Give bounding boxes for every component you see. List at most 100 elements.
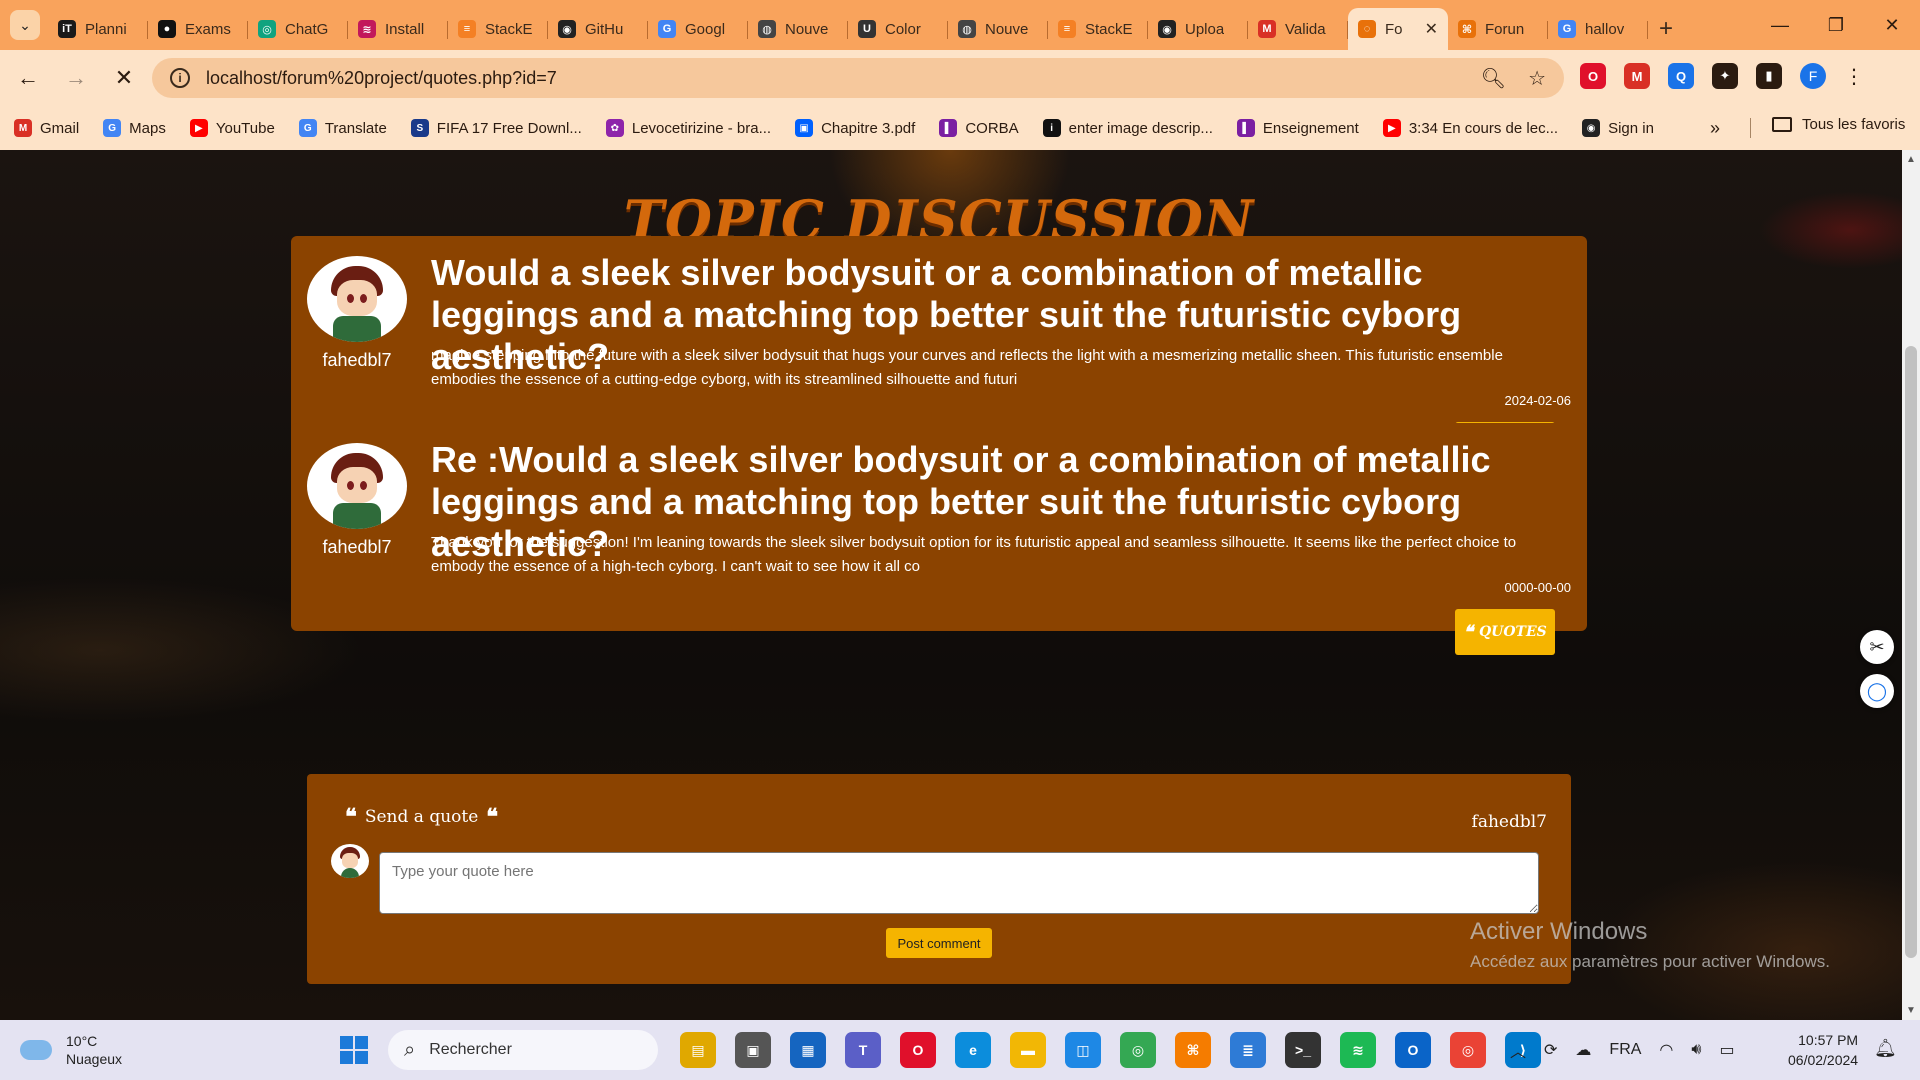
sync-icon[interactable]: ⟳ bbox=[1544, 1040, 1557, 1060]
store-app[interactable]: ▦ bbox=[790, 1032, 826, 1068]
watermark-subtitle: Accédez aux paramètres pour activer Wind… bbox=[1470, 952, 1830, 971]
avatar[interactable] bbox=[307, 256, 407, 342]
tab-active[interactable]: ◌ Fo ✕ bbox=[1348, 8, 1448, 50]
close-window-button[interactable]: ✕ bbox=[1864, 0, 1920, 50]
bookmark-item[interactable]: ▶ 3:34 En cours de lec... bbox=[1382, 119, 1559, 137]
tab-label: Fo bbox=[1385, 20, 1403, 38]
quote-input[interactable] bbox=[379, 852, 1539, 914]
remote-app[interactable]: ◫ bbox=[1065, 1032, 1101, 1068]
tab[interactable]: ≡ StackE bbox=[448, 12, 548, 46]
close-tab-icon[interactable]: ✕ bbox=[1425, 19, 1438, 39]
bookmark-item[interactable]: ▌ CORBA bbox=[939, 119, 1019, 137]
notepad-app[interactable]: ≣ bbox=[1230, 1032, 1266, 1068]
post-comment-button[interactable]: Post comment bbox=[886, 928, 992, 958]
tab[interactable]: M Valida bbox=[1248, 12, 1348, 46]
bookmark-label: 3:34 En cours de lec... bbox=[1408, 119, 1559, 137]
all-bookmarks-button[interactable]: Tous les favoris bbox=[1772, 116, 1905, 133]
terminal-app[interactable]: >_ bbox=[1285, 1032, 1321, 1068]
scroll-up-icon[interactable]: ▲ bbox=[1906, 154, 1916, 165]
tab[interactable]: iT Planni bbox=[48, 12, 148, 46]
chevron-double-right-icon[interactable]: » bbox=[1710, 118, 1720, 139]
tab[interactable]: ● Exams bbox=[148, 12, 248, 46]
tab[interactable]: ◉ GitHu bbox=[548, 12, 648, 46]
side-panel-icon[interactable]: ▮ bbox=[1756, 63, 1782, 89]
bookmark-item[interactable]: ✿ Levocetirizine - bra... bbox=[605, 119, 771, 137]
speaker-icon[interactable]: 🔊︎ bbox=[1691, 1041, 1701, 1059]
tab-label: Googl bbox=[685, 20, 726, 38]
file-explorer-app[interactable]: ▤ bbox=[680, 1032, 716, 1068]
tab[interactable]: ≋ Install bbox=[348, 12, 448, 46]
bookmark-item[interactable]: S FIFA 17 Free Downl... bbox=[410, 119, 582, 137]
wifi-icon[interactable]: ◠ bbox=[1659, 1040, 1673, 1060]
bookmark-item[interactable]: ▣ Chapitre 3.pdf bbox=[795, 119, 915, 137]
composer-username: fahedbl7 bbox=[1471, 812, 1547, 832]
page-scrollbar[interactable]: ▲ ▼ bbox=[1902, 150, 1920, 1020]
back-button[interactable]: ← bbox=[8, 58, 48, 98]
tab[interactable]: ⌘ Forun bbox=[1448, 12, 1548, 46]
puzzle-icon[interactable]: ✦ bbox=[1712, 63, 1738, 89]
tab[interactable]: G Googl bbox=[648, 12, 748, 46]
opera-app[interactable]: O bbox=[900, 1032, 936, 1068]
cloud-tray-icon[interactable]: ☁ bbox=[1575, 1040, 1591, 1060]
tab[interactable]: U Color bbox=[848, 12, 948, 46]
minimize-button[interactable]: — bbox=[1752, 0, 1808, 50]
zoom-icon[interactable]: 🔍︎ bbox=[1481, 66, 1506, 91]
outlook-app[interactable]: O bbox=[1395, 1032, 1431, 1068]
tab[interactable]: ◍ Nouve bbox=[748, 12, 848, 46]
tab-label: Nouve bbox=[785, 20, 829, 38]
scissors-floating-button[interactable]: ✂ bbox=[1860, 630, 1894, 664]
mail-extension-icon[interactable]: M bbox=[1624, 63, 1650, 89]
tab[interactable]: ◍ Nouve bbox=[948, 12, 1048, 46]
chevron-up-icon[interactable]: ︿ bbox=[1510, 1038, 1526, 1062]
restore-button[interactable]: ❐ bbox=[1808, 0, 1864, 50]
language-indicator[interactable]: FRA bbox=[1609, 1041, 1641, 1059]
address-bar[interactable]: i localhost/forum%20project/quotes.php?i… bbox=[152, 58, 1564, 98]
tab-favicon-icon: iT bbox=[58, 20, 76, 38]
stop-loading-button[interactable]: ✕ bbox=[104, 58, 144, 98]
spotify-app[interactable]: ≋ bbox=[1340, 1032, 1376, 1068]
folder-app[interactable]: ▬ bbox=[1010, 1032, 1046, 1068]
tab-label: GitHu bbox=[585, 20, 624, 38]
profile-avatar[interactable]: F bbox=[1800, 63, 1826, 89]
bookmark-item[interactable]: ◉ Sign in bbox=[1582, 119, 1654, 137]
bookmark-item[interactable]: ▶ YouTube bbox=[189, 119, 275, 137]
notification-bell-icon[interactable]: 🔔︎ bbox=[1874, 1038, 1897, 1059]
tab[interactable]: ◉ Uploa bbox=[1148, 12, 1248, 46]
scroll-thumb[interactable] bbox=[1905, 346, 1917, 958]
bookmark-item[interactable]: ▌ Enseignement bbox=[1236, 119, 1359, 137]
tab[interactable]: Ghallov bbox=[1548, 12, 1648, 46]
task-view-app[interactable]: ▣ bbox=[735, 1032, 771, 1068]
avatar[interactable] bbox=[307, 443, 407, 529]
taskbar-search[interactable]: ⌕ Rechercher bbox=[388, 1030, 658, 1070]
clock-time: 10:57 PM bbox=[1798, 1032, 1859, 1048]
assistant-floating-button[interactable]: ◯ bbox=[1860, 674, 1894, 708]
bookmark-item[interactable]: G Translate bbox=[298, 119, 387, 137]
weather-widget[interactable]: 10°C Nuageux bbox=[20, 1032, 122, 1068]
quillbot-extension-icon[interactable]: Q bbox=[1668, 63, 1694, 89]
chrome-app[interactable]: ◎ bbox=[1120, 1032, 1156, 1068]
site-info-icon[interactable]: i bbox=[170, 68, 190, 88]
forward-button[interactable]: → bbox=[56, 58, 96, 98]
more-vert-icon[interactable]: ⋮ bbox=[1844, 64, 1864, 89]
opera-extension-icon[interactable]: O bbox=[1580, 63, 1606, 89]
bookmark-favicon-icon: ▌ bbox=[939, 119, 958, 137]
bookmark-item[interactable]: i enter image descrip... bbox=[1042, 119, 1213, 137]
teams-app[interactable]: T bbox=[845, 1032, 881, 1068]
new-tab-button[interactable]: + bbox=[1648, 12, 1684, 46]
quote-button[interactable]: ❝ Quotes bbox=[1455, 609, 1555, 655]
tab[interactable]: ≡ StackE bbox=[1048, 12, 1148, 46]
bookmark-item[interactable]: M Gmail bbox=[14, 119, 79, 137]
star-icon[interactable]: ☆ bbox=[1528, 66, 1546, 91]
quote-composer: ❝ Send a quote ❝ fahedbl7 Post comment bbox=[307, 774, 1571, 984]
xampp-app[interactable]: ⌘ bbox=[1175, 1032, 1211, 1068]
clock[interactable]: 10:57 PM 06/02/2024 bbox=[1788, 1030, 1858, 1070]
bookmark-item[interactable]: G Maps bbox=[103, 119, 166, 137]
chrome-canary-app[interactable]: ◎ bbox=[1450, 1032, 1486, 1068]
tab[interactable]: ◎ ChatG bbox=[248, 12, 348, 46]
tab-search-button[interactable]: ⌄ bbox=[10, 10, 40, 40]
edge-app[interactable]: e bbox=[955, 1032, 991, 1068]
scroll-down-icon[interactable]: ▼ bbox=[1906, 1005, 1916, 1016]
battery-icon[interactable]: ▭ bbox=[1719, 1040, 1734, 1060]
cloud-icon bbox=[20, 1040, 52, 1060]
start-button[interactable] bbox=[340, 1036, 368, 1064]
